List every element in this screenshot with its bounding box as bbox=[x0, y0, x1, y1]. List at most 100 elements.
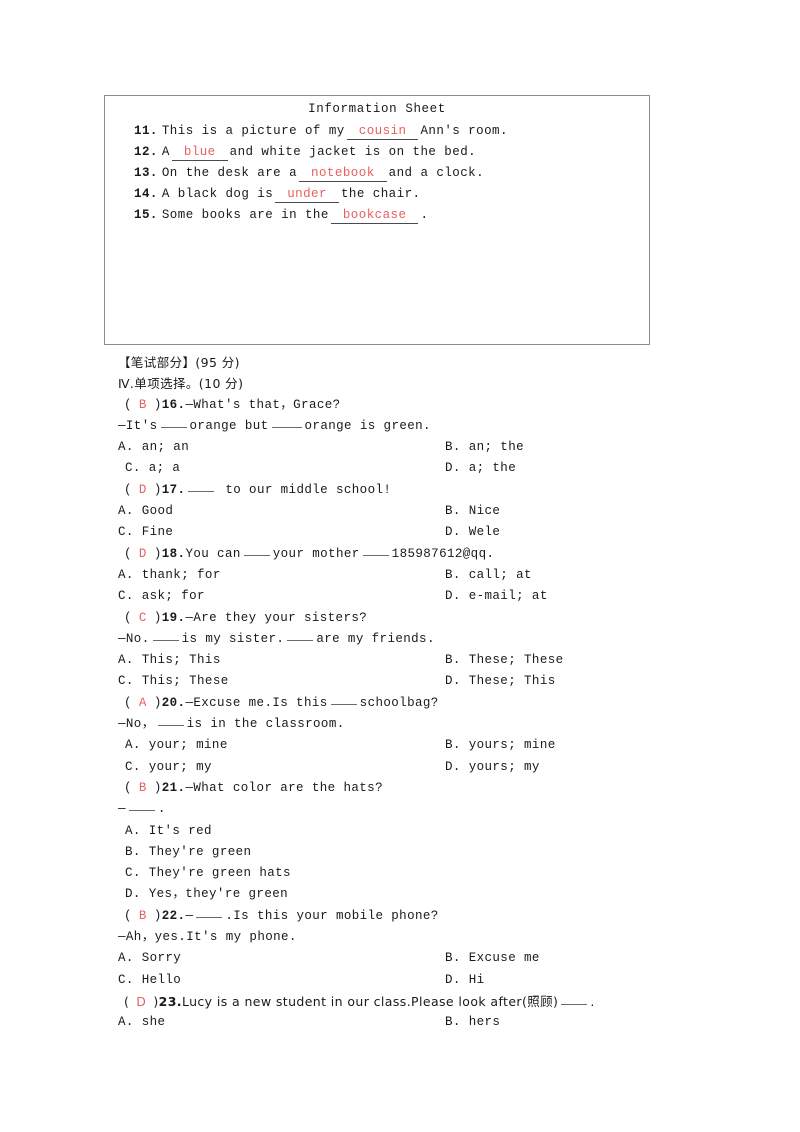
stem-part: —No. bbox=[118, 631, 150, 646]
option-left: A. she bbox=[118, 1015, 166, 1030]
option-left: C. This; These bbox=[118, 674, 229, 689]
option-right: B. an; the bbox=[445, 440, 525, 455]
filled-answer: cousin bbox=[346, 123, 419, 140]
answer-blank bbox=[330, 703, 357, 705]
answer-letter: B bbox=[138, 908, 147, 923]
option-right: B. Excuse me bbox=[445, 951, 540, 966]
item-number: 13. bbox=[134, 166, 158, 180]
option-row: A. Good B. Nice bbox=[118, 501, 678, 522]
stem-part: 185987612@qq. bbox=[391, 546, 495, 561]
answer-blank bbox=[152, 639, 179, 641]
stem-part: — bbox=[118, 802, 126, 817]
question-stem: (C)19.—Are they your sisters? bbox=[124, 610, 368, 625]
item-text-before: On the desk are a bbox=[161, 166, 298, 180]
item-text-before: This is a picture of my bbox=[161, 124, 345, 138]
stem-part: is in the classroom. bbox=[186, 717, 345, 732]
answer-blank bbox=[157, 725, 184, 727]
option-left: C. your; my bbox=[125, 759, 212, 774]
option-row: C. They're green hats bbox=[125, 866, 291, 881]
answer-blank bbox=[271, 426, 302, 428]
question-text: to our middle school! bbox=[225, 482, 392, 497]
option-row: A. Sorry B. Excuse me bbox=[118, 948, 678, 969]
item-number: 11. bbox=[134, 124, 158, 138]
option-right: B. call; at bbox=[445, 567, 532, 582]
filled-answer: bookcase bbox=[330, 207, 419, 224]
option-left: A. thank; for bbox=[118, 567, 221, 582]
item-text-after: and white jacket is on the bed. bbox=[229, 145, 477, 159]
question-stem: (A)20.—Excuse me.Is this schoolbag? bbox=[124, 695, 439, 710]
answer-letter: D bbox=[138, 482, 147, 497]
option-left: C. a; a bbox=[125, 461, 181, 476]
question-number: 23. bbox=[158, 993, 182, 1009]
option-row: C. Fine D. Wele bbox=[118, 522, 678, 543]
option-row: C. a; a D. a; the bbox=[118, 458, 678, 479]
stem-part: . bbox=[590, 993, 595, 1009]
answer-letter: C bbox=[138, 610, 147, 625]
stem-part: Lucy is a new student in our class.Pleas… bbox=[181, 993, 559, 1009]
question-text: —Are they your sisters? bbox=[185, 610, 368, 625]
option-right: B. These; These bbox=[445, 653, 564, 668]
option-row: C. This; These D. These; This bbox=[118, 671, 678, 692]
filled-answer: blue bbox=[171, 144, 228, 161]
stem-part: — bbox=[185, 908, 194, 923]
option-left: A. This; This bbox=[118, 653, 221, 668]
filled-answer: under bbox=[275, 186, 339, 203]
stem-part: —No， bbox=[118, 717, 155, 732]
document-page: Information Sheet 11. This is a picture o… bbox=[0, 0, 800, 1132]
section-subheading: Ⅳ.单项选择。(10 分) bbox=[118, 376, 244, 392]
option-left: A. Good bbox=[118, 504, 174, 519]
list-item: 12. Ablue and white jacket is on the bed. bbox=[105, 142, 649, 163]
option-row: A. your; mine B. yours; mine bbox=[118, 735, 678, 756]
stem-part: schoolbag? bbox=[359, 695, 439, 710]
stem-part: —It's bbox=[118, 418, 158, 433]
question-stem-line2: —No. is my sister. are my friends. bbox=[118, 629, 678, 650]
question-stem: (B)22.— .Is this your mobile phone? bbox=[124, 908, 439, 923]
item-number: 14. bbox=[134, 187, 158, 201]
written-section: 【笔试部分】(95 分) Ⅳ.单项选择。(10 分) (B)16.—What's… bbox=[118, 352, 678, 1034]
question-number: 18. bbox=[161, 546, 186, 561]
list-item: 14. A black dog is under the chair. bbox=[105, 184, 649, 205]
question-number: 17. bbox=[161, 482, 186, 497]
question-stem: (B)21.—What color are the hats? bbox=[124, 780, 383, 795]
item-text-after: and a clock. bbox=[388, 166, 485, 180]
option-row: C. your; my D. yours; my bbox=[118, 757, 678, 778]
option-right: D. e-mail; at bbox=[445, 589, 548, 604]
option-right: D. These; This bbox=[445, 674, 556, 689]
option-row: A. an; an B. an; the bbox=[118, 437, 678, 458]
option-left: C. ask; for bbox=[118, 589, 205, 604]
option-left: C. Hello bbox=[118, 972, 182, 987]
list-item: 11. This is a picture of my cousin Ann's ro… bbox=[105, 121, 649, 142]
stem-part: . bbox=[157, 802, 166, 817]
answer-letter: B bbox=[138, 397, 147, 412]
information-sheet-box: Information Sheet 11. This is a picture o… bbox=[104, 95, 650, 345]
option-right: B. Nice bbox=[445, 504, 501, 519]
question-number: 20. bbox=[161, 695, 186, 710]
question-number: 22. bbox=[161, 908, 186, 923]
section-heading: 【笔试部分】(95 分) bbox=[118, 355, 240, 370]
option-right: D. Hi bbox=[445, 972, 485, 987]
answer-blank bbox=[243, 554, 270, 556]
question-number: 16. bbox=[161, 397, 186, 412]
item-text-after: . bbox=[420, 208, 429, 222]
item-text-after: the chair. bbox=[340, 187, 421, 201]
answer-blank bbox=[287, 639, 314, 641]
item-text-after: Ann's room. bbox=[420, 124, 508, 138]
stem-part: .Is this your mobile phone? bbox=[225, 908, 439, 923]
question-stem: (B)16.—What's that，Grace? bbox=[124, 397, 341, 412]
answer-blank bbox=[362, 554, 389, 556]
stem-part: —Excuse me.Is this bbox=[185, 695, 328, 710]
question-number: 21. bbox=[161, 780, 186, 795]
stem-part: are my friends. bbox=[316, 631, 435, 646]
answer-blank bbox=[128, 810, 155, 812]
answer-letter: B bbox=[138, 780, 147, 795]
option-row: C. Hello D. Hi bbox=[118, 970, 678, 991]
answer-blank bbox=[188, 490, 215, 492]
question-stem-line2: —It's orange but orange is green. bbox=[118, 416, 678, 437]
stem-part: You can bbox=[185, 546, 241, 561]
answer-blank bbox=[196, 916, 223, 918]
question-number: 19. bbox=[161, 610, 186, 625]
option-row: A. she B. hers bbox=[118, 1012, 678, 1033]
item-number: 15. bbox=[134, 208, 158, 222]
filled-answer: notebook bbox=[299, 165, 387, 182]
option-left: A. an; an bbox=[118, 440, 190, 455]
